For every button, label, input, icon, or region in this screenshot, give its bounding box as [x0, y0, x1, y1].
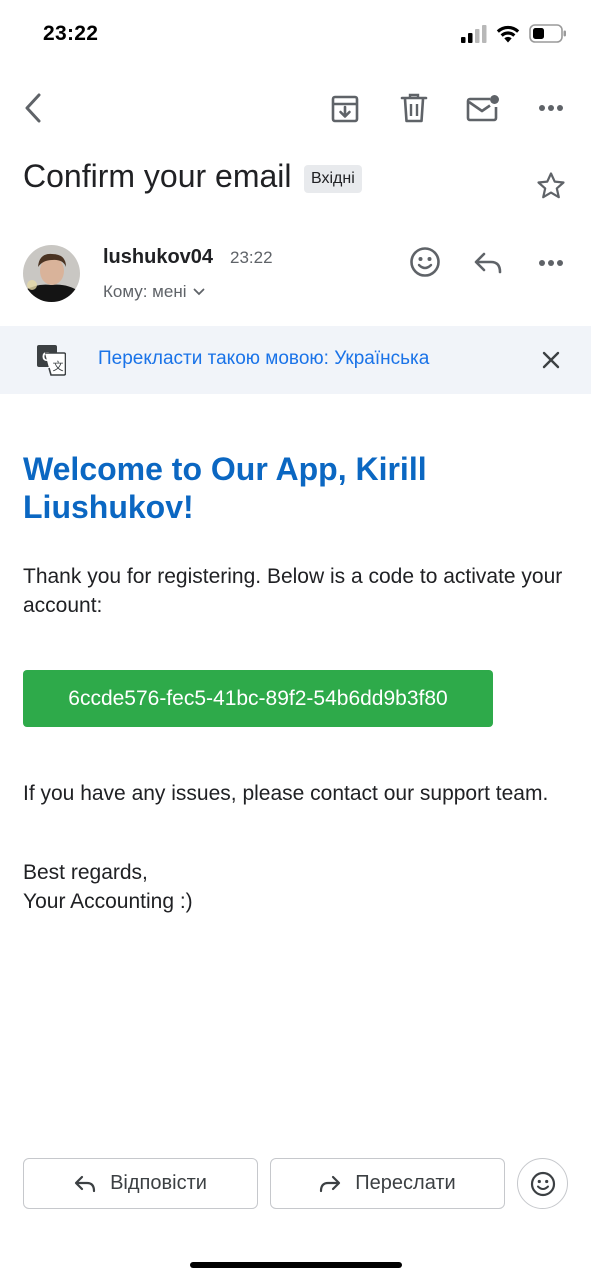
reply-button[interactable]: Відповісти [23, 1158, 258, 1209]
email-subject: Confirm your email [23, 158, 292, 194]
reply-icon [474, 252, 502, 274]
star-button[interactable] [535, 170, 567, 202]
wifi-icon [496, 25, 520, 42]
dismiss-translate-button[interactable] [537, 346, 565, 374]
forward-button[interactable]: Переслати [270, 1158, 505, 1209]
sender-name[interactable]: lushukov04 [103, 246, 213, 269]
sender-avatar[interactable] [23, 245, 80, 302]
home-indicator[interactable] [190, 1262, 402, 1268]
more-icon [539, 105, 563, 111]
reply-icon [74, 1175, 96, 1192]
forward-button-label: Переслати [355, 1172, 456, 1194]
archive-button[interactable] [328, 92, 362, 126]
inbox-label-chip[interactable]: Вхідні [304, 165, 362, 193]
status-time: 23:22 [43, 22, 99, 45]
forward-icon [320, 1175, 341, 1192]
back-arrow-icon [25, 93, 41, 123]
mark-unread-button[interactable] [465, 91, 503, 125]
reply-button-label: Відповісти [110, 1172, 207, 1194]
star-icon [537, 172, 565, 199]
emoji-icon [530, 1171, 555, 1196]
archive-icon [331, 95, 359, 123]
battery-icon [529, 24, 566, 43]
email-intro: Thank you for registering. Below is a co… [23, 565, 563, 617]
closing-line-1: Best regards, [23, 861, 148, 884]
translate-link[interactable]: Перекласти такою мовою: Українська [98, 348, 429, 370]
chevron-down-icon [193, 288, 204, 296]
translate-icon: G 文 [36, 344, 67, 381]
recipient-details-toggle[interactable]: Кому: мені [103, 282, 205, 302]
emoji-reaction-button[interactable] [517, 1158, 568, 1209]
sent-time: 23:22 [230, 248, 273, 267]
support-text: If you have any issues, please contact o… [23, 782, 549, 805]
avatar-photo-icon [23, 245, 80, 302]
email-heading: Welcome to Our App, Kirill Liushukov! [23, 451, 427, 525]
message-more-button[interactable] [535, 251, 567, 275]
svg-text:文: 文 [53, 359, 64, 373]
activation-code[interactable]: 6ccde576-fec5-41bc-89f2-54b6dd9b3f80 [23, 670, 493, 727]
reply-header-button[interactable] [472, 248, 504, 278]
status-icons [461, 24, 567, 43]
cellular-signal-icon [461, 24, 487, 43]
more-icon [539, 260, 563, 266]
closing-line-2: Your Accounting :) [23, 890, 193, 913]
recipient-label: Кому: мені [103, 282, 187, 301]
trash-icon [400, 93, 428, 123]
mark-unread-icon [466, 95, 499, 122]
delete-button[interactable] [397, 91, 431, 125]
more-options-button[interactable] [535, 96, 567, 120]
close-icon [542, 351, 560, 369]
emoji-icon [410, 247, 440, 277]
back-button[interactable] [18, 90, 48, 126]
add-reaction-button[interactable] [408, 245, 442, 279]
